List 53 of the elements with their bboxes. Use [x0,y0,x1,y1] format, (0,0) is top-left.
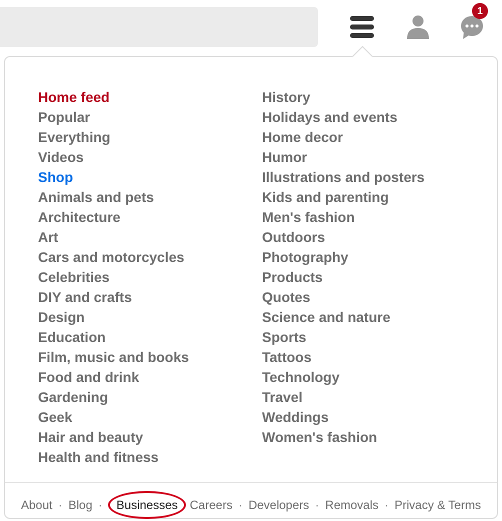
category-link[interactable]: Health and fitness [38,447,262,467]
category-link[interactable]: Science and nature [262,307,425,327]
category-link[interactable]: Everything [38,127,262,147]
category-link[interactable]: Design [38,307,262,327]
category-link[interactable]: Travel [262,387,425,407]
category-link[interactable]: Quotes [262,287,425,307]
category-link[interactable]: Humor [262,147,425,167]
category-link[interactable]: Holidays and events [262,107,425,127]
separator-dot: · [57,497,64,514]
separator-dot: · [314,497,320,514]
category-link[interactable]: DIY and crafts [38,287,262,307]
category-link[interactable]: Food and drink [38,367,262,387]
category-link[interactable]: Film, music and books [38,347,262,367]
category-link[interactable]: Tattoos [262,347,425,367]
separator-dot: · [384,497,390,514]
category-link[interactable]: Celebrities [38,267,262,287]
category-link[interactable]: Gardening [38,387,262,407]
footer-link[interactable]: Careers [190,496,232,514]
category-link[interactable]: Home feed [38,87,262,107]
footer-link[interactable]: Blog [68,496,92,514]
notification-badge: 1 [472,3,488,19]
category-link[interactable]: Art [38,227,262,247]
category-link[interactable]: Cars and motorcycles [38,247,262,267]
category-link[interactable]: Geek [38,407,262,427]
category-link[interactable]: Architecture [38,207,262,227]
footer-link[interactable]: Removals [325,496,379,514]
category-link[interactable]: Photography [262,247,425,267]
category-link[interactable]: Men's fashion [262,207,425,227]
menu-icon[interactable] [350,16,374,38]
category-link[interactable]: Kids and parenting [262,187,425,207]
separator-dot: · [237,497,244,514]
category-link[interactable]: Education [38,327,262,347]
category-link[interactable]: Products [262,267,425,287]
category-link[interactable]: Technology [262,367,425,387]
person-icon[interactable] [407,15,429,39]
footer-link[interactable]: Privacy & Terms [394,496,481,514]
category-link[interactable]: Weddings [262,407,425,427]
chat-bubble-icon[interactable] [460,15,484,39]
category-link[interactable]: Outdoors [262,227,425,247]
category-link[interactable]: Popular [38,107,262,127]
category-link[interactable]: Sports [262,327,425,347]
category-link[interactable]: Hair and beauty [38,427,262,447]
separator-dot: · [97,497,104,514]
category-link[interactable]: Animals and pets [38,187,262,207]
category-link[interactable]: Women's fashion [262,427,425,447]
category-link[interactable]: Shop [38,167,262,187]
category-link[interactable]: Videos [38,147,262,167]
category-link[interactable]: History [262,87,425,107]
category-link[interactable]: Home decor [262,127,425,147]
footer-link[interactable]: About [21,496,52,514]
footer-link[interactable]: Businesses [108,491,186,519]
category-link[interactable]: Illustrations and posters [262,167,425,187]
footer-link[interactable]: Developers [248,496,310,514]
